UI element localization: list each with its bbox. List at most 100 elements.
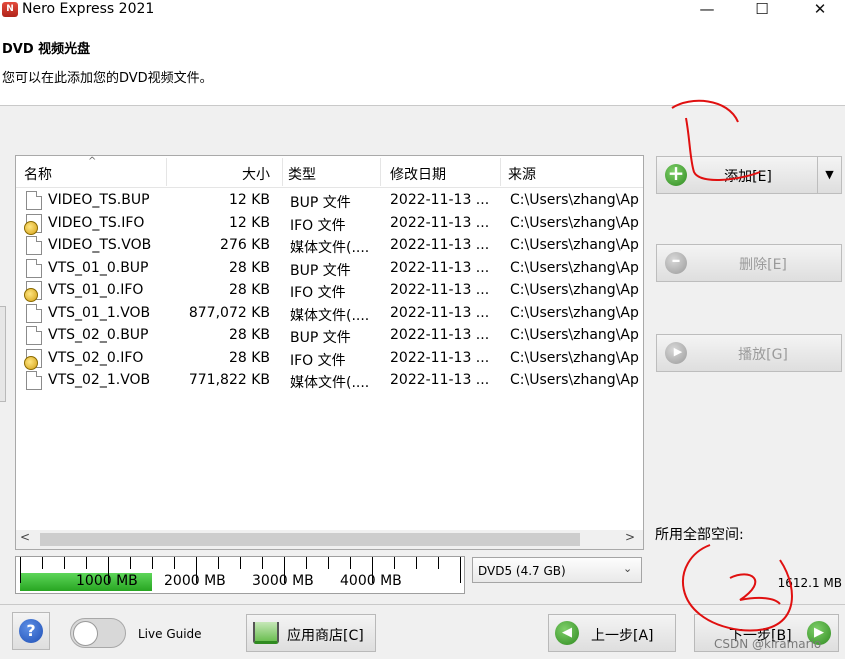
capacity-tick [240, 557, 241, 569]
column-type[interactable]: 类型 [288, 164, 316, 184]
minimize-button[interactable]: — [684, 0, 730, 20]
app-store-label: 应用商店[C] [287, 628, 364, 644]
page-subtitle: 您可以在此添加您的DVD视频文件。 [2, 71, 213, 86]
info-file-icon [24, 213, 42, 235]
file-type-cell: 媒体文件(.... [290, 307, 370, 324]
document-icon [26, 236, 42, 255]
column-divider[interactable] [282, 158, 283, 186]
column-size[interactable]: 大小 [242, 164, 270, 184]
file-date-cell: 2022-11-13 ... [390, 237, 490, 253]
table-row[interactable]: VIDEO_TS.BUP 12 KB BUP 文件 2022-11-13 ... C:\… [16, 189, 643, 211]
column-header-row: 名称 ^ 大小 类型 修改日期 来源 [16, 156, 643, 188]
side-panel-handle[interactable] [0, 306, 6, 402]
file-size-cell: 877,072 KB [188, 304, 270, 321]
column-source[interactable]: 来源 [508, 164, 536, 184]
add-button[interactable]: 添加[E] ▼ [656, 156, 842, 194]
file-size-cell: 12 KB [228, 214, 270, 231]
scroll-left-arrow-icon[interactable]: < [20, 530, 30, 544]
capacity-tick [218, 557, 219, 569]
file-type-cell: BUP 文件 [290, 195, 351, 211]
capacity-tick [438, 557, 439, 569]
scroll-right-arrow-icon[interactable]: > [625, 530, 635, 544]
file-date-cell: 2022-11-13 ... [390, 327, 490, 343]
file-size-cell: 771,822 KB [188, 372, 270, 388]
csdn-watermark: CSDN @kiramario [714, 637, 822, 651]
table-row[interactable]: VTS_02_0.IFO 28 KB IFO 文件 2022-11-13 ... C:\… [16, 347, 643, 370]
column-divider[interactable] [380, 158, 381, 186]
maximize-button[interactable]: ☐ [739, 0, 785, 20]
file-date-cell: 2022-11-13 ... [390, 304, 490, 321]
table-row[interactable]: VIDEO_TS.IFO 12 KB IFO 文件 2022-11-13 ... C:\… [16, 212, 643, 235]
capacity-label: 1000 MB [76, 573, 138, 589]
file-source-cell: C:\Users\zhang\Ap [510, 327, 639, 343]
capacity-tick [394, 557, 395, 569]
capacity-tick [328, 557, 329, 569]
table-row[interactable]: VTS_02_0.BUP 28 KB BUP 文件 2022-11-13 ... C:\… [16, 324, 643, 346]
disc-type-value: DVD5 (4.7 GB) [478, 564, 566, 578]
shopping-basket-icon [253, 622, 279, 644]
capacity-tick [174, 557, 175, 569]
file-name-cell: VTS_02_1.VOB [48, 372, 151, 388]
capacity-tick [460, 557, 461, 583]
file-name-cell: VTS_01_1.VOB [48, 304, 151, 321]
minus-icon [665, 250, 687, 274]
sort-ascending-icon: ^ [88, 156, 97, 167]
table-row[interactable]: VTS_01_1.VOB 877,072 KB 媒体文件(.... 2022-11-1… [16, 302, 643, 324]
app-logo-icon: N [2, 2, 18, 17]
add-plus-icon [665, 161, 687, 186]
file-date-cell: 2022-11-13 ... [390, 192, 490, 208]
column-divider[interactable] [500, 158, 501, 186]
file-type-cell: BUP 文件 [290, 262, 351, 279]
file-date-cell: 2022-11-13 ... [390, 214, 490, 231]
capacity-tick [152, 557, 153, 569]
file-type-cell: 媒体文件(.... [290, 240, 370, 256]
capacity-tick [130, 557, 131, 569]
back-button[interactable]: ◀ 上一步[A] [548, 614, 676, 652]
file-name-cell: VTS_02_0.IFO [48, 349, 144, 366]
file-list[interactable]: 名称 ^ 大小 类型 修改日期 来源 VIDEO_TS.BUP 12 KB BUP … [15, 155, 644, 550]
column-divider[interactable] [166, 158, 167, 186]
help-button[interactable]: ? [12, 612, 50, 650]
total-space-value: 1612.1 MB [777, 576, 842, 590]
capacity-tick [306, 557, 307, 569]
capacity-label: 2000 MB [164, 573, 226, 589]
column-modified-date[interactable]: 修改日期 [390, 164, 446, 184]
close-button[interactable]: ✕ [797, 0, 843, 20]
info-file-icon [24, 348, 42, 370]
horizontal-scrollbar[interactable]: < > [16, 530, 643, 549]
window-title: Nero Express 2021 [22, 1, 155, 17]
file-size-cell: 28 KB [228, 327, 270, 343]
table-row[interactable]: VTS_02_1.VOB 771,822 KB 媒体文件(.... 2022-11-1… [16, 369, 643, 391]
column-name[interactable]: 名称 [24, 164, 52, 184]
scrollbar-thumb[interactable] [40, 533, 580, 546]
file-source-cell: C:\Users\zhang\Ap [510, 372, 639, 388]
capacity-label: 3000 MB [252, 573, 314, 589]
file-type-cell: BUP 文件 [290, 330, 351, 346]
file-size-cell: 28 KB [228, 349, 270, 366]
capacity-tick [64, 557, 65, 569]
play-icon [665, 342, 689, 364]
capacity-tick [20, 557, 21, 583]
file-source-cell: C:\Users\zhang\Ap [510, 259, 639, 276]
page-header: DVD 视频光盘 您可以在此添加您的DVD视频文件。 [0, 20, 845, 106]
info-file-icon [24, 281, 42, 302]
capacity-tick [86, 557, 87, 569]
delete-button[interactable]: 删除[E] [656, 244, 842, 282]
app-store-button[interactable]: 应用商店[C] [246, 614, 376, 652]
file-name-cell: VIDEO_TS.BUP [48, 192, 150, 208]
file-source-cell: C:\Users\zhang\Ap [510, 304, 639, 321]
file-date-cell: 2022-11-13 ... [390, 349, 490, 366]
play-button[interactable]: 播放[G] [656, 334, 842, 372]
disc-type-select[interactable]: DVD5 (4.7 GB) ⌄ [472, 557, 642, 583]
arrow-left-icon: ◀ [555, 621, 579, 645]
add-dropdown-arrow-icon[interactable]: ▼ [817, 157, 841, 193]
file-name-cell: VIDEO_TS.IFO [48, 214, 145, 231]
toggle-knob [73, 621, 98, 646]
table-row[interactable]: VTS_01_0.IFO 28 KB IFO 文件 2022-11-13 ... C:\… [16, 279, 643, 302]
file-name-cell: VTS_02_0.BUP [48, 327, 149, 343]
document-icon [26, 258, 42, 278]
table-row[interactable]: VTS_01_0.BUP 28 KB BUP 文件 2022-11-13 ... C:\… [16, 257, 643, 279]
table-row[interactable]: VIDEO_TS.VOB 276 KB 媒体文件(.... 2022-11-13 ..… [16, 234, 643, 256]
file-name-cell: VTS_01_0.IFO [48, 282, 144, 298]
live-guide-toggle[interactable] [70, 618, 126, 648]
